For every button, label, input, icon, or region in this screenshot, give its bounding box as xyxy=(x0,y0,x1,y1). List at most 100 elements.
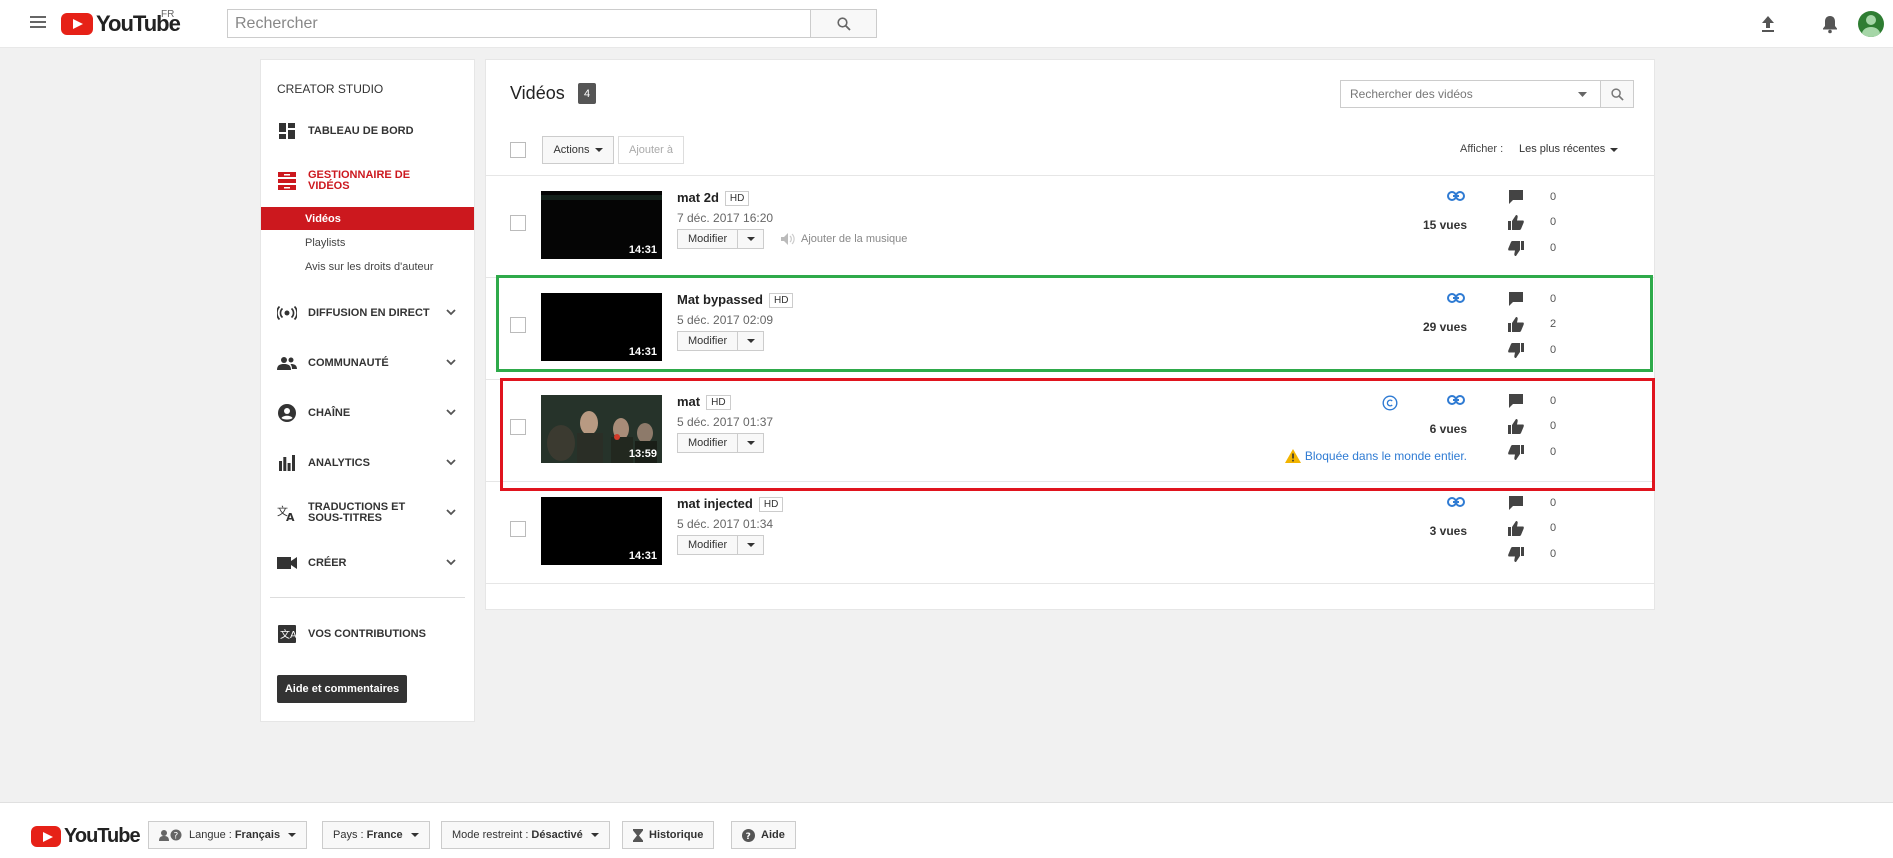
top-header: YouTube FR xyxy=(0,0,1893,48)
sidebar-item-contributions[interactable]: 文A VOS CONTRIBUTIONS xyxy=(261,617,474,651)
comments-stat[interactable]: 0 xyxy=(1508,189,1568,205)
likes-stat[interactable]: 0 xyxy=(1508,520,1568,536)
caret-down-icon[interactable] xyxy=(1578,92,1587,97)
link-icon[interactable] xyxy=(1447,497,1465,507)
blocked-notice[interactable]: Bloquée dans le monde entier. xyxy=(1284,449,1467,463)
video-thumbnail[interactable]: 14:31 xyxy=(541,497,662,565)
video-thumbnail[interactable]: 13:59 xyxy=(541,395,662,463)
comments-stat[interactable]: 0 xyxy=(1508,393,1568,409)
add-to-button[interactable]: Ajouter à xyxy=(618,136,684,164)
sidebar-item-video-manager[interactable]: GESTIONNAIRE DE VIDÉOS xyxy=(261,164,474,198)
video-checkbox[interactable] xyxy=(510,317,526,333)
dislikes-stat[interactable]: 0 xyxy=(1508,342,1568,358)
edit-menu-button[interactable] xyxy=(738,433,765,453)
upload-icon[interactable] xyxy=(1756,12,1780,36)
dislikes-stat[interactable]: 0 xyxy=(1508,240,1568,256)
table-row: 13:59 mat HD 5 déc. 2017 01:37 Modifier 6… xyxy=(486,380,1654,482)
edit-menu-button[interactable] xyxy=(738,229,765,249)
video-manager-panel: Vidéos 4 Actions Ajouter à Afficher : Le… xyxy=(485,59,1655,610)
actions-button[interactable]: Actions xyxy=(542,136,614,164)
actions-label: Actions xyxy=(553,144,590,156)
video-title[interactable]: Mat bypassed HD xyxy=(677,292,794,308)
caret-down-icon xyxy=(746,441,755,445)
language-icon: ? xyxy=(159,829,182,841)
edit-button[interactable]: Modifier xyxy=(677,433,739,453)
video-date: 5 déc. 2017 01:34 xyxy=(677,517,774,531)
video-title[interactable]: mat 2d HD xyxy=(677,190,750,206)
edit-button[interactable]: Modifier xyxy=(677,229,739,249)
avatar[interactable] xyxy=(1858,11,1884,37)
chevron-down-icon xyxy=(446,559,456,566)
language-value: Français xyxy=(234,829,281,841)
comments-stat[interactable]: 0 xyxy=(1508,291,1568,307)
add-music-link[interactable]: Ajouter de la musique xyxy=(781,233,907,245)
creator-studio-sidebar: CREATOR STUDIO TABLEAU DE BORD GESTIONNA… xyxy=(260,59,475,722)
help-feedback-button[interactable]: Aide et commentaires xyxy=(277,675,407,703)
video-checkbox[interactable] xyxy=(510,215,526,231)
footer-youtube-logo[interactable]: YouTube xyxy=(31,825,141,848)
thumbs-down-icon xyxy=(1508,342,1524,358)
link-icon[interactable] xyxy=(1447,191,1465,201)
link-icon[interactable] xyxy=(1447,395,1465,405)
likes-stat[interactable]: 0 xyxy=(1508,214,1568,230)
video-search-button[interactable] xyxy=(1601,80,1634,108)
history-button[interactable]: Historique xyxy=(622,821,715,849)
subnav-playlists[interactable]: Playlists xyxy=(261,231,474,254)
likes-stat[interactable]: 0 xyxy=(1508,418,1568,434)
thumbs-down-icon xyxy=(1508,240,1524,256)
edit-button[interactable]: Modifier xyxy=(677,331,739,351)
dislikes-stat[interactable]: 0 xyxy=(1508,546,1568,562)
link-icon[interactable] xyxy=(1447,293,1465,303)
subnav-copyright-notices[interactable]: Avis sur les droits d'auteur xyxy=(261,255,474,278)
sidebar-item-community[interactable]: COMMUNAUTÉ xyxy=(261,346,474,380)
sidebar-item-dashboard[interactable]: TABLEAU DE BORD xyxy=(261,114,474,148)
subnav-videos[interactable]: Vidéos xyxy=(261,207,474,230)
hd-badge: HD xyxy=(706,395,731,410)
add-music-label: Ajouter de la musique xyxy=(801,233,908,245)
table-row: 14:31 mat 2d HD 7 déc. 2017 16:20 Modifie… xyxy=(486,176,1654,278)
speaker-icon xyxy=(781,233,795,245)
select-all-checkbox[interactable] xyxy=(510,142,526,158)
likes-count: 0 xyxy=(1550,420,1557,432)
video-title[interactable]: mat injected HD xyxy=(677,496,784,512)
edit-control: Modifier xyxy=(677,229,765,249)
blocked-text: Bloquée dans le monde entier. xyxy=(1304,449,1467,463)
comments-stat[interactable]: 0 xyxy=(1508,495,1568,511)
search-input[interactable] xyxy=(228,10,810,37)
search-button[interactable] xyxy=(811,9,877,38)
thumbs-up-icon xyxy=(1508,214,1524,230)
video-search-input[interactable] xyxy=(1341,81,1551,107)
edit-control: Modifier xyxy=(677,331,765,351)
sidebar-item-channel[interactable]: CHAÎNE xyxy=(261,396,474,430)
copyright-icon[interactable] xyxy=(1382,395,1398,411)
language-button[interactable]: ? Langue : Français xyxy=(148,821,308,849)
community-icon xyxy=(277,353,297,373)
dislikes-stat[interactable]: 0 xyxy=(1508,444,1568,460)
youtube-logo[interactable]: YouTube FR xyxy=(61,9,181,37)
comment-icon xyxy=(1508,495,1524,511)
notifications-icon[interactable] xyxy=(1818,12,1842,36)
edit-menu-button[interactable] xyxy=(738,331,765,351)
menu-icon[interactable] xyxy=(30,16,46,30)
video-duration: 14:31 xyxy=(628,244,657,256)
video-thumbnail[interactable]: 14:31 xyxy=(541,191,662,259)
sort-dropdown[interactable]: Les plus récentes xyxy=(1519,143,1619,155)
sidebar-item-live[interactable]: DIFFUSION EN DIRECT xyxy=(261,296,474,330)
sidebar-item-translations[interactable]: 文A TRADUCTIONS ET SOUS-TITRES xyxy=(261,496,474,530)
search-icon xyxy=(1610,87,1624,101)
video-title[interactable]: mat HD xyxy=(677,394,731,410)
country-button[interactable]: Pays : France xyxy=(322,821,430,849)
sidebar-item-analytics[interactable]: ANALYTICS xyxy=(261,446,474,480)
sidebar-item-create[interactable]: CRÉER xyxy=(261,546,474,580)
video-checkbox[interactable] xyxy=(510,419,526,435)
video-thumbnail[interactable]: 14:31 xyxy=(541,293,662,361)
likes-stat[interactable]: 2 xyxy=(1508,316,1568,332)
restricted-mode-button[interactable]: Mode restreint : Désactivé xyxy=(441,821,610,849)
country-value: France xyxy=(366,829,403,841)
help-button[interactable]: ? Aide xyxy=(731,821,796,849)
history-label: Historique xyxy=(649,829,704,841)
video-checkbox[interactable] xyxy=(510,521,526,537)
comments-count: 0 xyxy=(1550,395,1557,407)
edit-button[interactable]: Modifier xyxy=(677,535,739,555)
edit-menu-button[interactable] xyxy=(738,535,765,555)
